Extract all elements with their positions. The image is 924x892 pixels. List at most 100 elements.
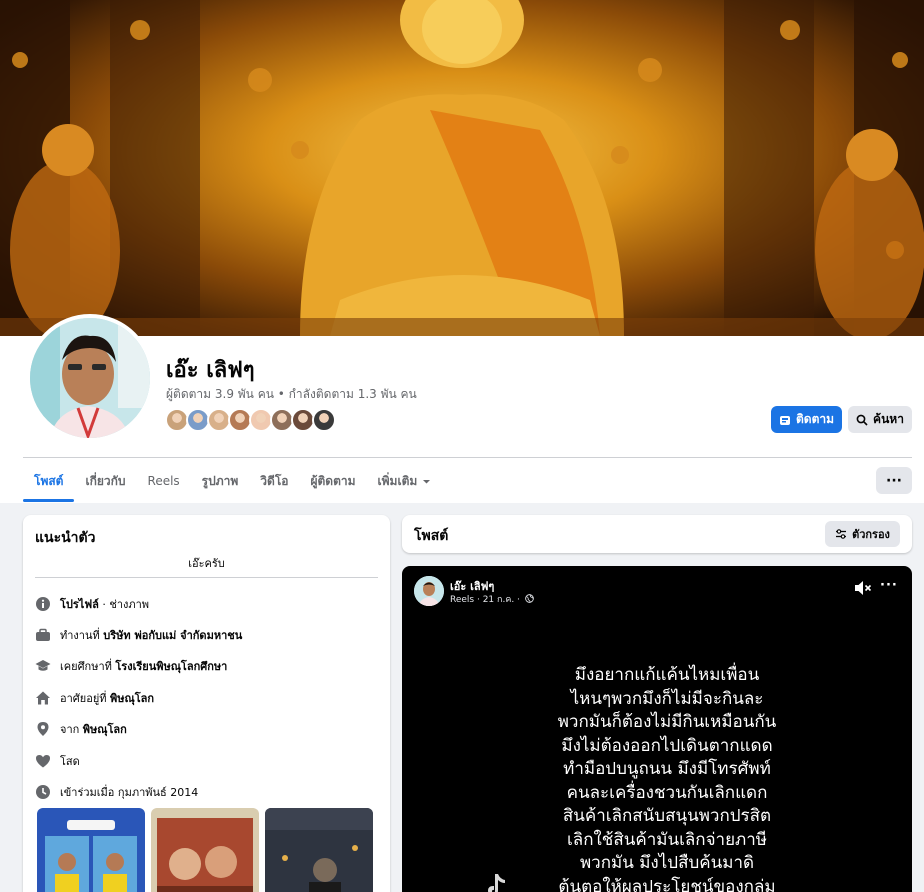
reel-meta: Reels · 21 ก.ค. · — [450, 592, 534, 606]
reel-caption: มึงอยากแก้แค้นไหมเพื่อน ไหนๆพวกมึงก็ไม่ม… — [497, 664, 837, 892]
filter-sliders-icon — [836, 529, 847, 539]
caption-line: พวกมันก็ต้องไม่มีกินเหมือนกัน — [557, 712, 777, 732]
intro-row-work[interactable]: ทำงานที่ บริษัท พ่อกับแม่ จำกัดมหาชน — [35, 626, 242, 644]
cover-artwork — [0, 0, 924, 336]
mute-button[interactable] — [854, 580, 872, 600]
speaker-muted-icon — [855, 581, 872, 595]
reel-meta-text: Reels · 21 ก.ค. · — [450, 595, 520, 605]
intro-row-lives-in[interactable]: อาศัยอยู่ที่ พิษณุโลก — [35, 689, 154, 707]
row-bold: โรงเรียนพิษณุโลกศึกษา — [115, 660, 228, 673]
tab-photos[interactable]: รูปภาพ — [191, 460, 250, 502]
intro-row-text: โปรไฟล์ · ช่างภาพ — [60, 595, 149, 613]
row-prefix: โสด — [60, 755, 80, 768]
tab-label: ผู้ติดตาม — [310, 473, 356, 488]
graduation-cap-icon — [35, 658, 51, 674]
intro-row-text: เข้าร่วมเมื่อ กุมภาพันธ์ 2014 — [60, 783, 198, 801]
tab-followers[interactable]: ผู้ติดตาม — [299, 460, 366, 502]
search-button-label: ค้นหา — [873, 412, 904, 426]
info-icon — [35, 596, 51, 612]
search-icon — [856, 414, 868, 426]
profile-avatar[interactable] — [26, 314, 154, 442]
row-prefix: จาก — [60, 723, 83, 736]
caption-line: คนละเครื่องชวนกันเลิกแดก — [566, 782, 768, 803]
posts-title: โพสต์ — [414, 528, 449, 544]
tab-label: เพิ่มเติม — [377, 473, 418, 488]
caption-line: มึงอยากแก้แค้นไหมเพื่อน — [574, 665, 760, 685]
row-bold: โปรไฟล์ — [60, 598, 99, 611]
intro-divider — [35, 577, 378, 578]
intro-row-relationship: โสด — [35, 752, 80, 770]
intro-row-text: ทำงานที่ บริษัท พ่อกับแม่ จำกัดมหาชน — [60, 626, 242, 644]
more-options-icon: ··· — [886, 472, 902, 489]
follow-icon — [779, 415, 790, 425]
profile-name: เอ๊ะ เลิฟๆ — [166, 358, 255, 383]
row-prefix: อาศัยอยู่ที่ — [60, 692, 111, 705]
caption-line: ทำมือปบนูถนน มึงมีโทรศัพท์ — [563, 759, 771, 779]
follower-avatar[interactable] — [312, 408, 336, 432]
intro-row-joined: เข้าร่วมเมื่อ กุมภาพันธ์ 2014 — [35, 783, 198, 801]
intro-card: แนะนำตัว เอ๊ะครับ โปรไฟล์ · ช่างภาพ ทำงา… — [23, 515, 390, 892]
featured-photo-image — [37, 808, 145, 892]
profile-avatar-image — [30, 318, 150, 438]
row-bold: พิษณุโลก — [110, 692, 155, 705]
featured-photo[interactable] — [37, 808, 145, 892]
reel-author-avatar-image — [414, 576, 444, 606]
tab-about[interactable]: เกี่ยวกับ — [74, 460, 136, 502]
row-prefix: ทำงานที่ — [60, 629, 104, 642]
featured-photos — [37, 808, 373, 892]
heart-icon — [35, 753, 51, 769]
location-pin-icon — [35, 721, 51, 737]
tab-posts[interactable]: โพสต์ — [23, 460, 75, 502]
clock-icon — [35, 784, 51, 800]
search-button[interactable]: ค้นหา — [848, 406, 912, 433]
home-icon — [35, 690, 51, 706]
caption-line: ต้นตอให้ผลประโยชน์ของกลุ่ม — [558, 876, 776, 892]
caption-line: พวกมัน มึงไปสืบค้นมาดิ — [579, 853, 755, 873]
follow-button[interactable]: ติดตาม — [771, 406, 842, 433]
header-divider — [23, 457, 912, 458]
intro-bio: เอ๊ะครับ — [188, 557, 225, 570]
row-suffix: · ช่างภาพ — [98, 598, 150, 611]
reel-author-avatar[interactable] — [414, 576, 444, 606]
featured-photo[interactable] — [265, 808, 373, 892]
caption-line: ไหนๆพวกมึงก็ไม่มีจะกินละ — [570, 688, 764, 709]
row-prefix: เข้าร่วมเมื่อ กุมภาพันธ์ 2014 — [60, 786, 199, 799]
tab-label: วิดีโอ — [260, 473, 289, 488]
intro-row-from[interactable]: จาก พิษณุโลก — [35, 720, 127, 738]
row-bold: พิษณุโลก — [82, 723, 127, 736]
featured-photo-image — [265, 808, 373, 892]
posts-header-card: โพสต์ ตัวกรอง — [402, 515, 912, 553]
intro-row-education[interactable]: เคยศึกษาที่ โรงเรียนพิษณุโลกศึกษา — [35, 657, 227, 675]
featured-photo[interactable] — [151, 808, 259, 892]
tab-more[interactable]: เพิ่มเติม — [367, 460, 443, 502]
caption-line: เลิกใช้สินค้ามันเลิกจ่ายภาษี — [566, 829, 768, 850]
intro-row-text: โสด — [60, 752, 80, 770]
row-prefix: เคยศึกษาที่ — [60, 660, 116, 673]
post-options-icon[interactable]: ··· — [880, 578, 898, 593]
tab-label: Reels — [147, 474, 180, 488]
more-options-button[interactable]: ··· — [876, 467, 912, 494]
follow-stats[interactable]: ผู้ติดตาม 3.9 พัน คน • กำลังติดตาม 1.3 พ… — [166, 385, 417, 404]
tab-label: เกี่ยวกับ — [85, 473, 126, 488]
filter-button[interactable]: ตัวกรอง — [825, 521, 900, 547]
profile-tabs: โพสต์ เกี่ยวกับ Reels รูปภาพ วิดีโอ ผู้ต… — [23, 460, 442, 502]
row-bold: บริษัท พ่อกับแม่ จำกัดมหาชน — [103, 629, 243, 642]
intro-row-profile: โปรไฟล์ · ช่างภาพ — [35, 595, 149, 613]
cover-photo[interactable] — [0, 0, 924, 336]
reel-post[interactable]: เอ๊ะ เลิฟๆ Reels · 21 ก.ค. · ··· มึงอยาก… — [402, 566, 912, 892]
intro-row-text: เคยศึกษาที่ โรงเรียนพิษณุโลกศึกษา — [60, 657, 227, 675]
tab-reels[interactable]: Reels — [137, 460, 191, 502]
tab-videos[interactable]: วิดีโอ — [249, 460, 299, 502]
intro-title: แนะนำตัว — [35, 530, 96, 546]
follower-avatars[interactable] — [165, 408, 336, 434]
featured-photo-image — [151, 808, 259, 892]
caption-line: มึงไม่ต้องออกไปเดินตากแดด — [561, 735, 773, 756]
caption-line: สินค้าเลิกสนับสนุนพวกปรสิต — [562, 806, 772, 826]
filter-button-label: ตัวกรอง — [852, 528, 890, 541]
briefcase-icon — [35, 627, 51, 643]
follow-button-label: ติดตาม — [795, 412, 835, 426]
tab-label: รูปภาพ — [201, 473, 239, 488]
tab-label: โพสต์ — [34, 473, 64, 488]
tiktok-watermark-icon — [488, 874, 505, 892]
globe-icon — [524, 594, 534, 603]
